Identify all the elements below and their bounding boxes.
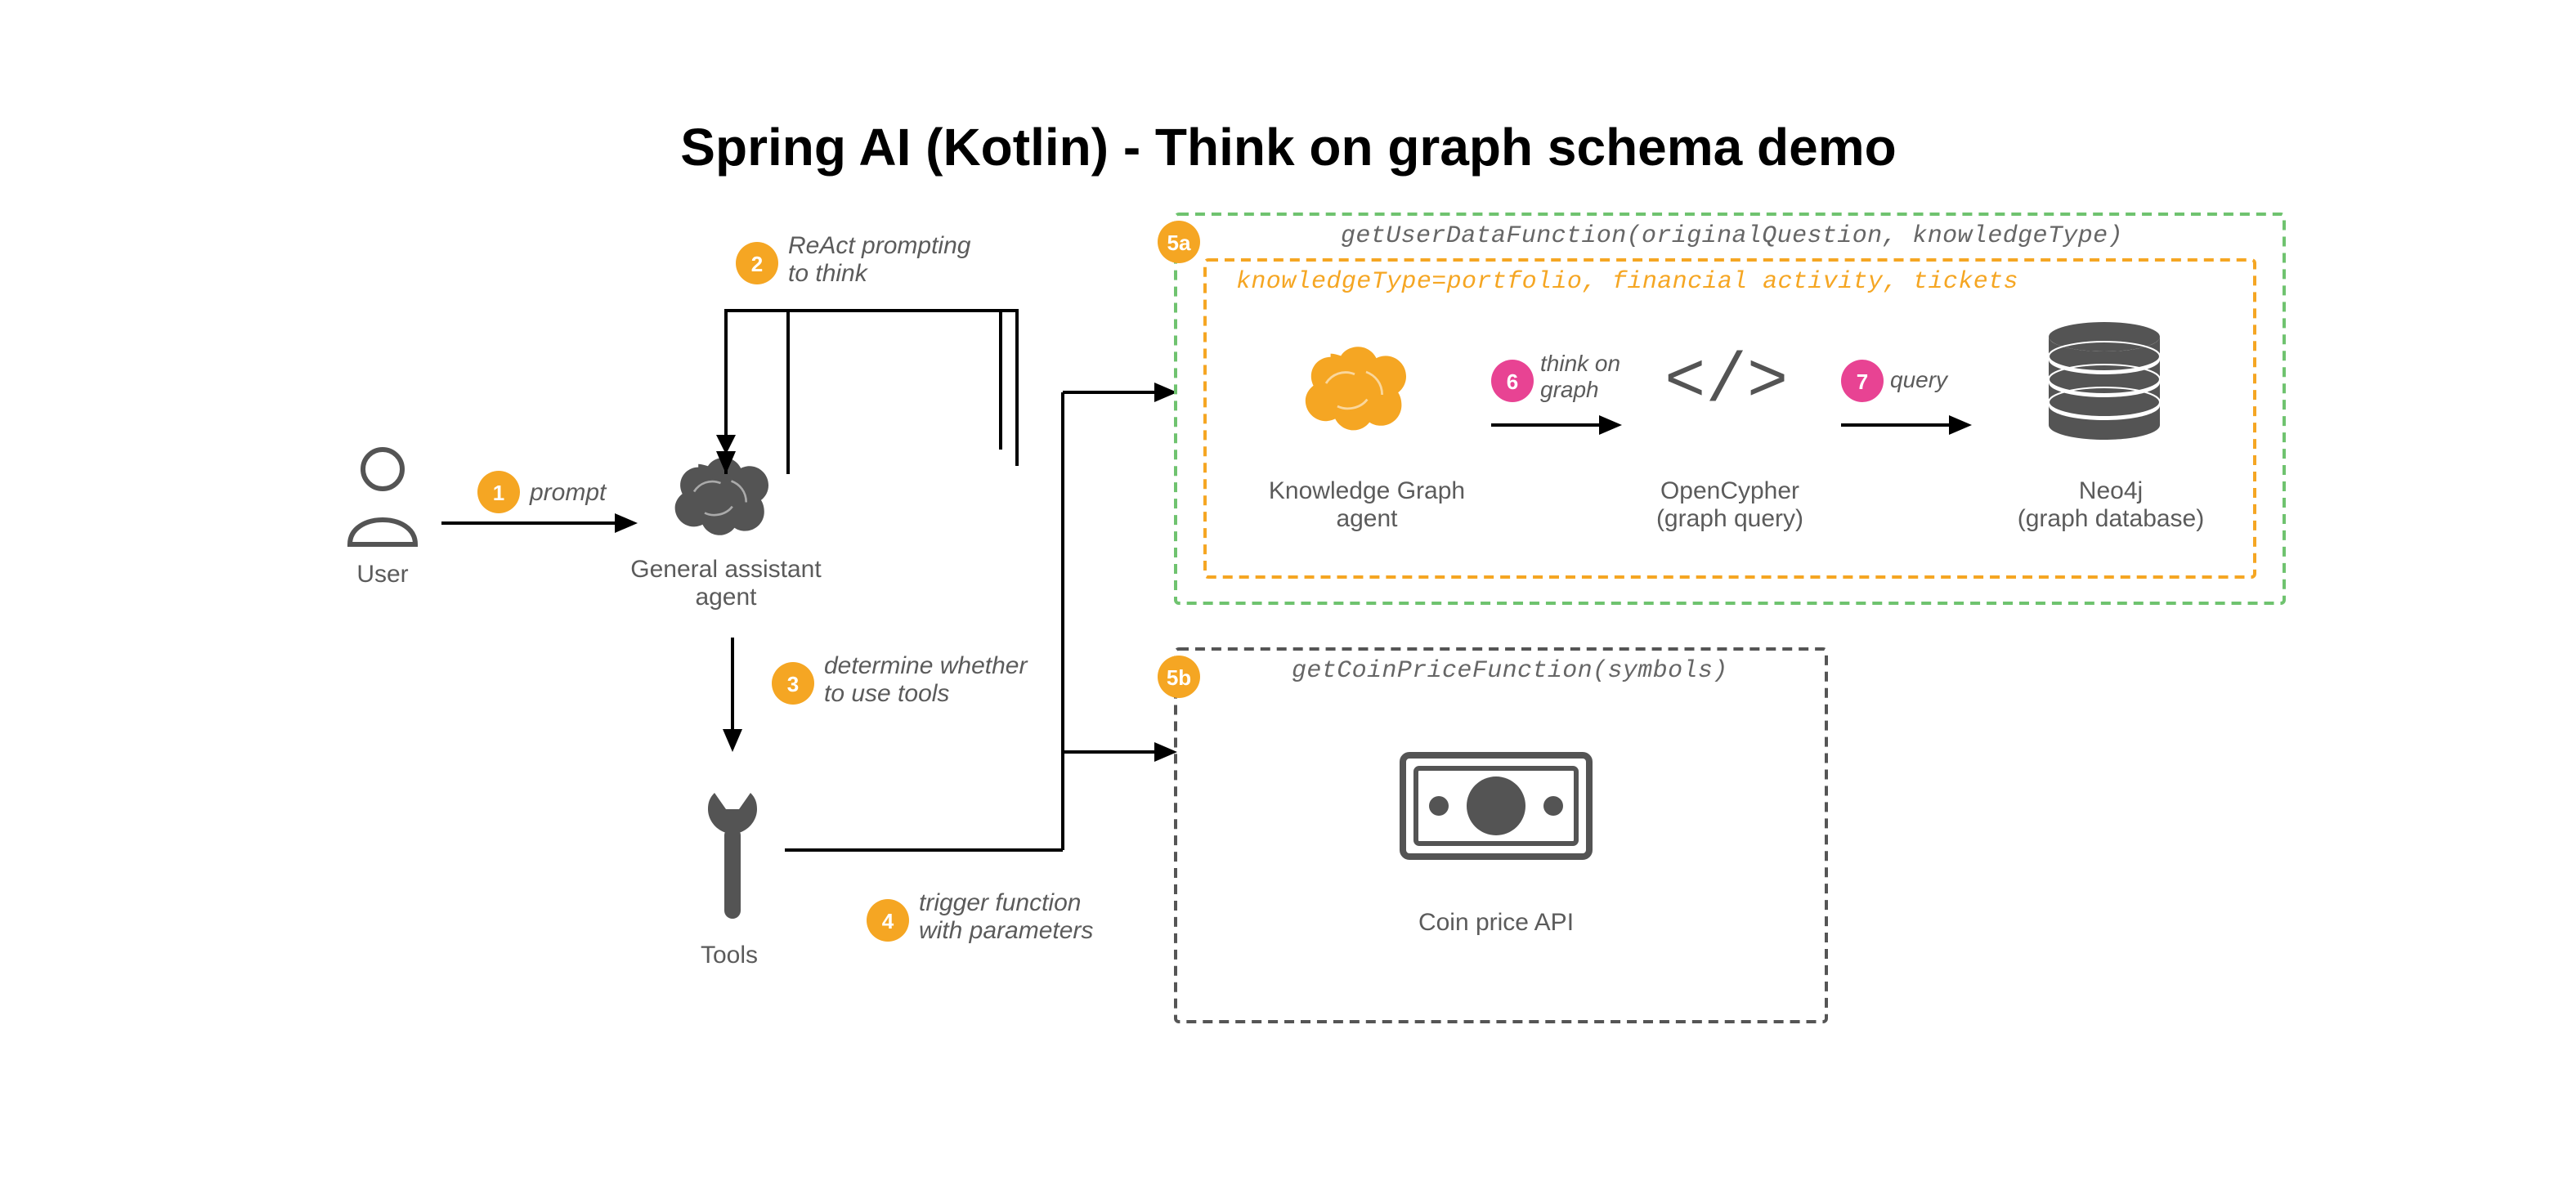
label-5b-func: getCoinPriceFunction(symbols) <box>1292 657 1782 685</box>
arrow-to-tools <box>716 638 749 752</box>
database-icon <box>2041 320 2168 448</box>
diagram-canvas: Spring AI (Kotlin) - Think on graph sche… <box>0 0 2576 1177</box>
wrench-icon-clean <box>697 762 768 932</box>
money-icon <box>1400 752 1593 860</box>
label-query: query <box>1890 366 1988 392</box>
label-prompt: prompt <box>530 479 628 507</box>
badge-5a: 5a <box>1158 221 1200 263</box>
badge-1: 1 <box>477 471 520 513</box>
badge-3: 3 <box>772 662 814 705</box>
diagram-title: Spring AI (Kotlin) - Think on graph sche… <box>0 118 2576 178</box>
tools-label: Tools <box>680 942 778 969</box>
code-icon: </> <box>1664 343 1788 422</box>
label-5a-inner: knowledgeType=portfolio, financial activ… <box>1236 268 2152 296</box>
user-label: User <box>320 561 445 588</box>
label-think-on-graph: think on graph <box>1540 350 1655 402</box>
badge-6: 6 <box>1491 360 1534 402</box>
label-react: ReAct prompting to think <box>788 232 1017 288</box>
label-trigger: trigger function with parameters <box>919 889 1148 945</box>
coin-api-label: Coin price API <box>1373 909 1619 937</box>
neo4j-label: Neo4j (graph database) <box>1988 477 2233 533</box>
badge-5b: 5b <box>1158 656 1200 698</box>
badge-4: 4 <box>867 899 909 942</box>
opencypher-label: OpenCypher (graph query) <box>1615 477 1844 533</box>
label-5a-func: getUserDataFunction(originalQuestion, kn… <box>1341 222 2191 250</box>
arrow-prompt <box>441 507 638 539</box>
user-icon <box>343 446 422 548</box>
arrow-7 <box>1841 412 1972 438</box>
arrow-6 <box>1491 412 1622 438</box>
brain-icon-kg <box>1301 343 1419 435</box>
badge-7: 7 <box>1841 360 1884 402</box>
badge-2: 2 <box>736 242 778 284</box>
kg-agent-label: Knowledge Graph agent <box>1252 477 1481 533</box>
arrow-branch <box>785 376 1177 883</box>
